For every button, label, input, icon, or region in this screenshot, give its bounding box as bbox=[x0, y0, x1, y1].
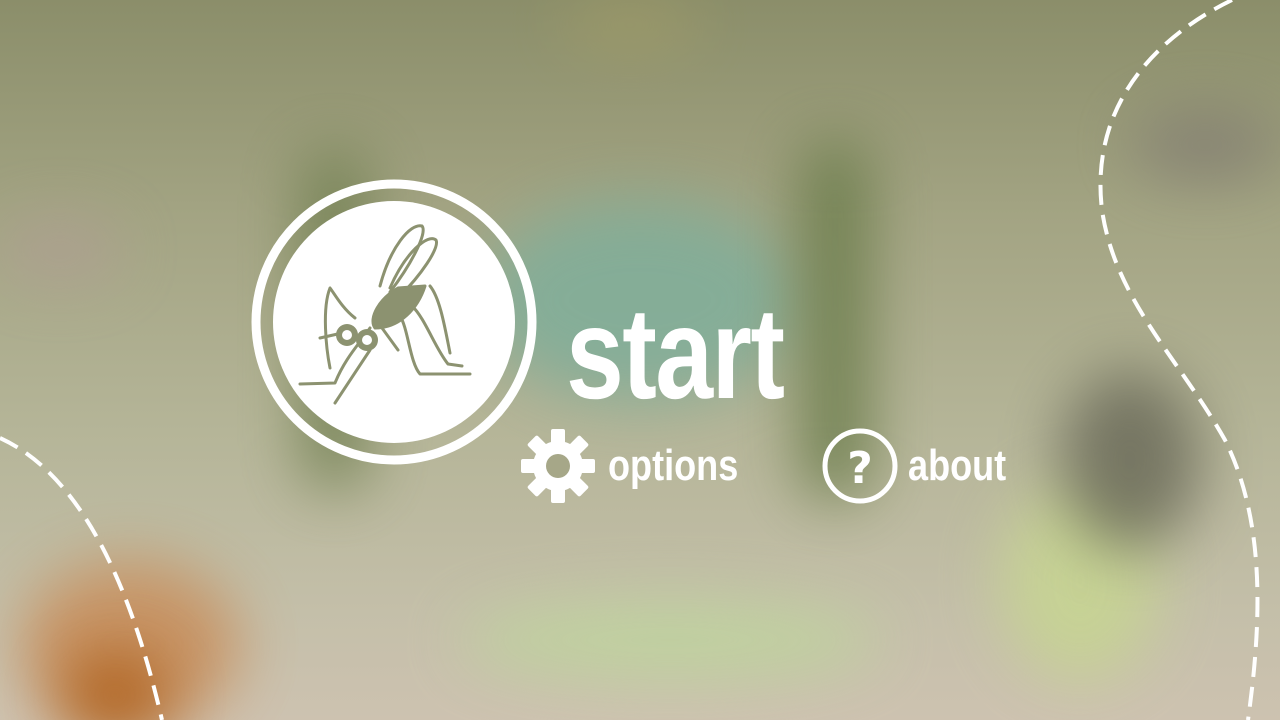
question-icon: ? bbox=[822, 428, 898, 504]
options-button[interactable]: options bbox=[520, 428, 767, 504]
about-button[interactable]: ? about bbox=[820, 426, 1028, 506]
mosquito-logo bbox=[251, 179, 537, 465]
start-button[interactable]: start bbox=[566, 288, 785, 418]
options-label: options bbox=[608, 441, 739, 490]
svg-text:?: ? bbox=[847, 443, 873, 494]
about-label: about bbox=[908, 441, 1007, 490]
gear-icon bbox=[521, 429, 595, 503]
